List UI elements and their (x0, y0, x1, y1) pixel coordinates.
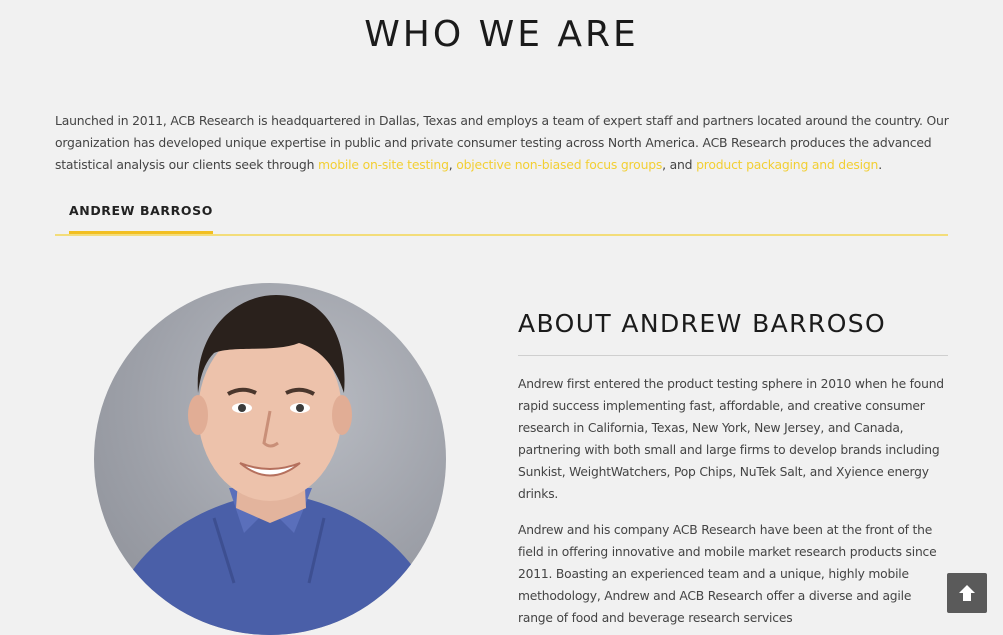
link-mobile-onsite-testing[interactable]: mobile on-site testing (318, 157, 449, 172)
arrow-up-icon (959, 585, 975, 601)
bio-paragraph-1: Andrew first entered the product testing… (518, 377, 944, 501)
back-to-top-button[interactable] (947, 573, 987, 613)
tab-underline (55, 234, 948, 236)
intro-separator: , and (662, 157, 697, 172)
page: WHO WE ARE Launched in 2011, ACB Researc… (0, 0, 1003, 635)
link-product-packaging[interactable]: product packaging and design (696, 157, 878, 172)
profile-tabs: ANDREW BARROSO (55, 196, 948, 236)
link-focus-groups[interactable]: objective non-biased focus groups (456, 157, 662, 172)
section-title: WHO WE ARE (364, 14, 639, 55)
intro-end: . (878, 157, 882, 172)
portrait-photo (94, 283, 446, 635)
portrait-illustration (94, 295, 446, 635)
tab-andrew-barroso[interactable]: ANDREW BARROSO (69, 196, 213, 234)
bio-paragraph-2: Andrew and his company ACB Research have… (518, 523, 937, 625)
about-title: ABOUT ANDREW BARROSO (518, 309, 887, 338)
about-divider (518, 355, 948, 356)
intro-paragraph: Launched in 2011, ACB Research is headqu… (55, 110, 955, 176)
